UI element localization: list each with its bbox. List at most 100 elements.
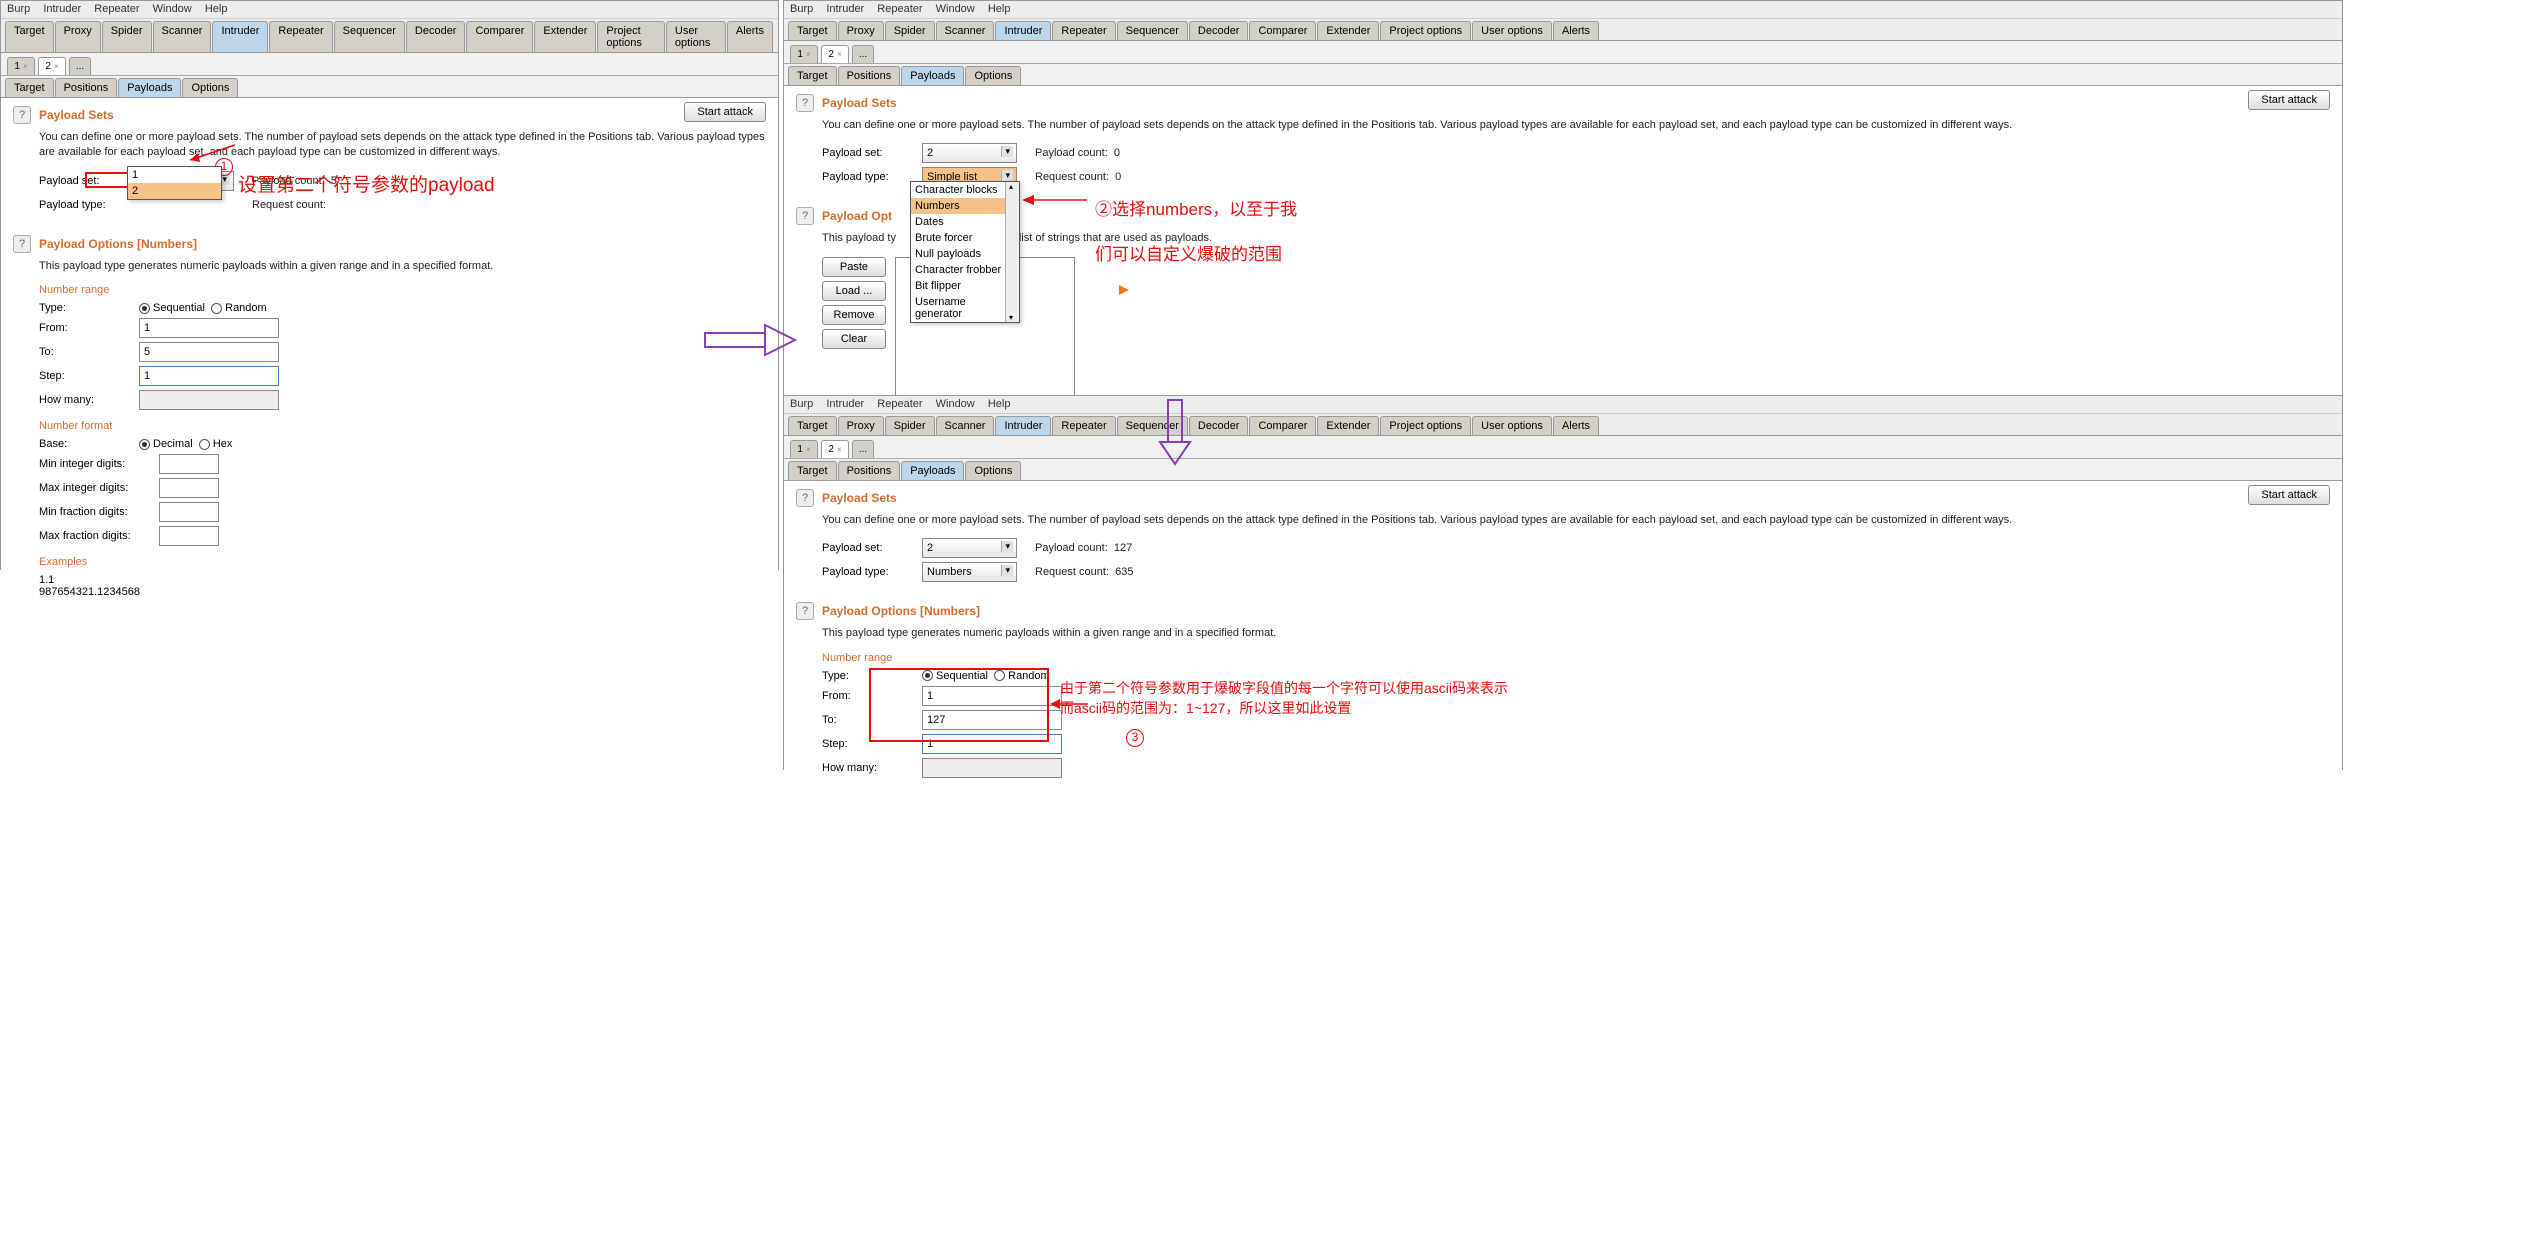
step-input[interactable]	[139, 366, 279, 386]
dropdown-opt-frobber[interactable]: Character frobber	[911, 262, 1019, 278]
attack-tab-1[interactable]: 1×	[790, 45, 818, 63]
load-button[interactable]: Load ...	[822, 281, 886, 301]
tab-sequencer[interactable]: Sequencer	[334, 21, 405, 52]
subtab-payloads[interactable]: Payloads	[901, 461, 964, 480]
tab-intruder[interactable]: Intruder	[995, 416, 1051, 435]
tab-target[interactable]: Target	[5, 21, 54, 52]
help-icon[interactable]: ?	[796, 489, 814, 507]
tab-decoder[interactable]: Decoder	[406, 21, 466, 52]
tab-alerts[interactable]: Alerts	[1553, 416, 1599, 435]
dropdown-scrollbar[interactable]	[1005, 182, 1019, 322]
subtab-payloads[interactable]: Payloads	[901, 66, 964, 85]
tab-scanner[interactable]: Scanner	[936, 416, 995, 435]
payload-set-select[interactable]: 2	[922, 538, 1017, 558]
tab-extender[interactable]: Extender	[534, 21, 596, 52]
help-icon[interactable]: ?	[796, 94, 814, 112]
tab-project-options[interactable]: Project options	[1380, 416, 1471, 435]
radio-sequential[interactable]	[922, 670, 933, 681]
tab-project-options[interactable]: Project options	[597, 21, 664, 52]
menu-intruder[interactable]: Intruder	[43, 3, 81, 15]
payload-type-select[interactable]: Numbers	[922, 562, 1017, 582]
dropdown-opt-dates[interactable]: Dates	[911, 214, 1019, 230]
menu-burp[interactable]: Burp	[7, 3, 30, 15]
tab-user-options[interactable]: User options	[666, 21, 726, 52]
radio-random[interactable]	[994, 670, 1005, 681]
menu-repeater[interactable]: Repeater	[94, 3, 139, 15]
subtab-target[interactable]: Target	[5, 78, 54, 97]
menu-help[interactable]: Help	[988, 398, 1011, 410]
attack-tab-more[interactable]: ...	[852, 440, 874, 458]
dropdown-opt-numbers[interactable]: Numbers	[911, 198, 1019, 214]
tab-comparer[interactable]: Comparer	[1249, 416, 1316, 435]
tab-extender[interactable]: Extender	[1317, 416, 1379, 435]
subtab-options[interactable]: Options	[182, 78, 238, 97]
subtab-positions[interactable]: Positions	[838, 461, 901, 480]
max-frac-input[interactable]	[159, 526, 219, 546]
from-input[interactable]	[139, 318, 279, 338]
tab-repeater[interactable]: Repeater	[269, 21, 332, 52]
tab-user-options[interactable]: User options	[1472, 21, 1552, 40]
dropdown-opt-charblocks[interactable]: Character blocks	[911, 182, 1019, 198]
tab-decoder[interactable]: Decoder	[1189, 416, 1249, 435]
attack-tab-2[interactable]: 2×	[821, 440, 849, 458]
tab-sequencer[interactable]: Sequencer	[1117, 21, 1188, 40]
subtab-target[interactable]: Target	[788, 66, 837, 85]
start-attack-button[interactable]: Start attack	[684, 102, 766, 122]
payload-set-select[interactable]: 2	[922, 143, 1017, 163]
dropdown-opt-bitflip[interactable]: Bit flipper	[911, 278, 1019, 294]
dropdown-opt-brute[interactable]: Brute forcer	[911, 230, 1019, 246]
help-icon[interactable]: ?	[13, 106, 31, 124]
tab-repeater[interactable]: Repeater	[1052, 416, 1115, 435]
attack-tab-2[interactable]: 2×	[821, 45, 849, 63]
to-input[interactable]	[922, 710, 1062, 730]
tab-scanner[interactable]: Scanner	[153, 21, 212, 52]
attack-tab-2[interactable]: 2×	[38, 57, 66, 75]
paste-button[interactable]: Paste	[822, 257, 886, 277]
clear-button[interactable]: Clear	[822, 329, 886, 349]
menu-repeater[interactable]: Repeater	[877, 3, 922, 15]
subtab-payloads[interactable]: Payloads	[118, 78, 181, 97]
from-input[interactable]	[922, 686, 1062, 706]
tab-spider[interactable]: Spider	[885, 416, 935, 435]
start-attack-button[interactable]: Start attack	[2248, 90, 2330, 110]
dropdown-opt-username[interactable]: Username generator	[911, 294, 1019, 322]
tab-alerts[interactable]: Alerts	[727, 21, 773, 52]
dropdown-opt-1[interactable]: 1	[128, 167, 221, 183]
menu-intruder[interactable]: Intruder	[826, 3, 864, 15]
menu-window[interactable]: Window	[936, 398, 975, 410]
menu-repeater[interactable]: Repeater	[877, 398, 922, 410]
menu-intruder[interactable]: Intruder	[826, 398, 864, 410]
tab-intruder[interactable]: Intruder	[995, 21, 1051, 40]
to-input[interactable]	[139, 342, 279, 362]
menu-window[interactable]: Window	[936, 3, 975, 15]
tab-project-options[interactable]: Project options	[1380, 21, 1471, 40]
attack-tab-more[interactable]: ...	[69, 57, 91, 75]
subtab-target[interactable]: Target	[788, 461, 837, 480]
radio-hex[interactable]	[199, 439, 210, 450]
radio-sequential[interactable]	[139, 303, 150, 314]
help-icon[interactable]: ?	[796, 602, 814, 620]
max-int-input[interactable]	[159, 478, 219, 498]
subtab-options[interactable]: Options	[965, 461, 1021, 480]
tab-proxy[interactable]: Proxy	[838, 416, 884, 435]
min-int-input[interactable]	[159, 454, 219, 474]
tab-spider[interactable]: Spider	[885, 21, 935, 40]
menu-help[interactable]: Help	[988, 3, 1011, 15]
help-icon[interactable]: ?	[796, 207, 814, 225]
tab-proxy[interactable]: Proxy	[838, 21, 884, 40]
menu-help[interactable]: Help	[205, 3, 228, 15]
dropdown-opt-2[interactable]: 2	[128, 183, 221, 199]
tab-comparer[interactable]: Comparer	[1249, 21, 1316, 40]
tab-user-options[interactable]: User options	[1472, 416, 1552, 435]
min-frac-input[interactable]	[159, 502, 219, 522]
step-input[interactable]	[922, 734, 1062, 754]
tab-extender[interactable]: Extender	[1317, 21, 1379, 40]
subtab-positions[interactable]: Positions	[55, 78, 118, 97]
remove-button[interactable]: Remove	[822, 305, 886, 325]
tab-intruder[interactable]: Intruder	[212, 21, 268, 52]
dropdown-opt-null[interactable]: Null payloads	[911, 246, 1019, 262]
attack-tab-more[interactable]: ...	[852, 45, 874, 63]
tab-decoder[interactable]: Decoder	[1189, 21, 1249, 40]
tab-repeater[interactable]: Repeater	[1052, 21, 1115, 40]
tab-spider[interactable]: Spider	[102, 21, 152, 52]
